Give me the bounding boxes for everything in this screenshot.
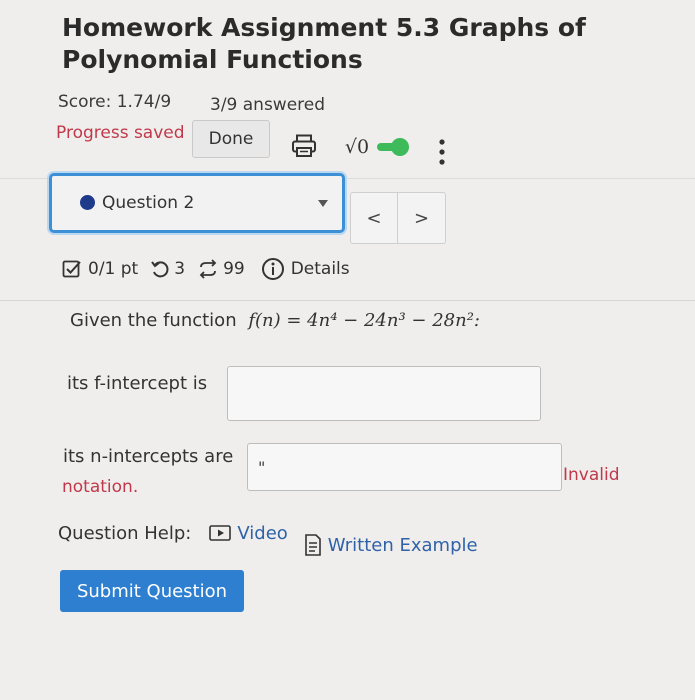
previous-question-button[interactable]: < (351, 193, 398, 243)
notation-message: notation. (62, 477, 139, 497)
function-expression: f(n) = 4n⁴ − 24n³ − 28n²: (248, 310, 480, 331)
answered-count: 3/9 answered (210, 95, 326, 115)
question-prompt: Given the function f(n) = 4n⁴ − 24n³ − 2… (70, 310, 480, 331)
divider (0, 300, 695, 301)
written-example-label: Written Example (327, 534, 478, 556)
invalid-message: Invalid (563, 465, 620, 485)
toggle-knob (391, 138, 410, 156)
chevron-left-icon: < (366, 207, 382, 229)
assignment-title: Homework Assignment 5.3 Graphs of Polyno… (62, 12, 622, 76)
points-text: 0/1 pt (88, 259, 139, 279)
progress-saved-status: Progress saved (56, 123, 185, 143)
n-intercepts-input[interactable] (247, 443, 562, 491)
question-help-row: Question Help: Video Written Example (58, 522, 478, 556)
toggle-switch[interactable] (375, 138, 411, 156)
video-icon (209, 525, 232, 541)
assignment-title-line2: Polynomial Functions (62, 45, 363, 74)
question-prompt-prefix: Given the function (70, 310, 237, 331)
print-button[interactable] (290, 132, 318, 160)
f-intercept-input[interactable] (227, 366, 541, 421)
info-icon (261, 258, 284, 280)
caret-down-icon (318, 200, 328, 207)
video-link[interactable]: Video (209, 522, 288, 544)
video-label: Video (237, 522, 288, 544)
question-status-dot (80, 195, 95, 210)
submit-question-button[interactable]: Submit Question (60, 570, 244, 612)
question-select-label: Question 2 (102, 193, 195, 213)
checkbox-check-icon (62, 260, 81, 278)
document-icon (304, 534, 321, 556)
printer-icon (292, 134, 316, 157)
assignment-title-line1: Homework Assignment 5.3 Graphs of (62, 13, 586, 42)
question-meta-row: 0/1 pt 3 99 Details (62, 256, 350, 282)
done-button[interactable]: Done (192, 120, 270, 158)
n-intercepts-label: its n-intercepts are (63, 446, 234, 467)
f-intercept-label: its f-intercept is (67, 373, 208, 394)
score-text: Score: 1.74/9 (58, 92, 172, 112)
question-nav-group: < > (350, 192, 446, 244)
sqrt-icon: √0 (344, 136, 370, 158)
written-example-link[interactable]: Written Example (304, 534, 478, 556)
vertical-ellipsis-icon (439, 139, 445, 165)
question-help-label: Question Help: (58, 522, 192, 544)
details-label: Details (290, 259, 350, 279)
submissions-count: 99 (223, 259, 245, 279)
more-options-button[interactable] (434, 137, 450, 167)
retries-count: 3 (174, 259, 186, 279)
chevron-right-icon: > (413, 207, 430, 229)
math-keyboard-toggle[interactable]: √0 (338, 131, 418, 163)
next-question-button[interactable]: > (398, 193, 445, 243)
question-select[interactable]: Question 2 (49, 173, 345, 233)
undo-icon (151, 261, 169, 278)
details-link[interactable]: Details (261, 257, 350, 281)
repeat-icon (199, 259, 217, 279)
